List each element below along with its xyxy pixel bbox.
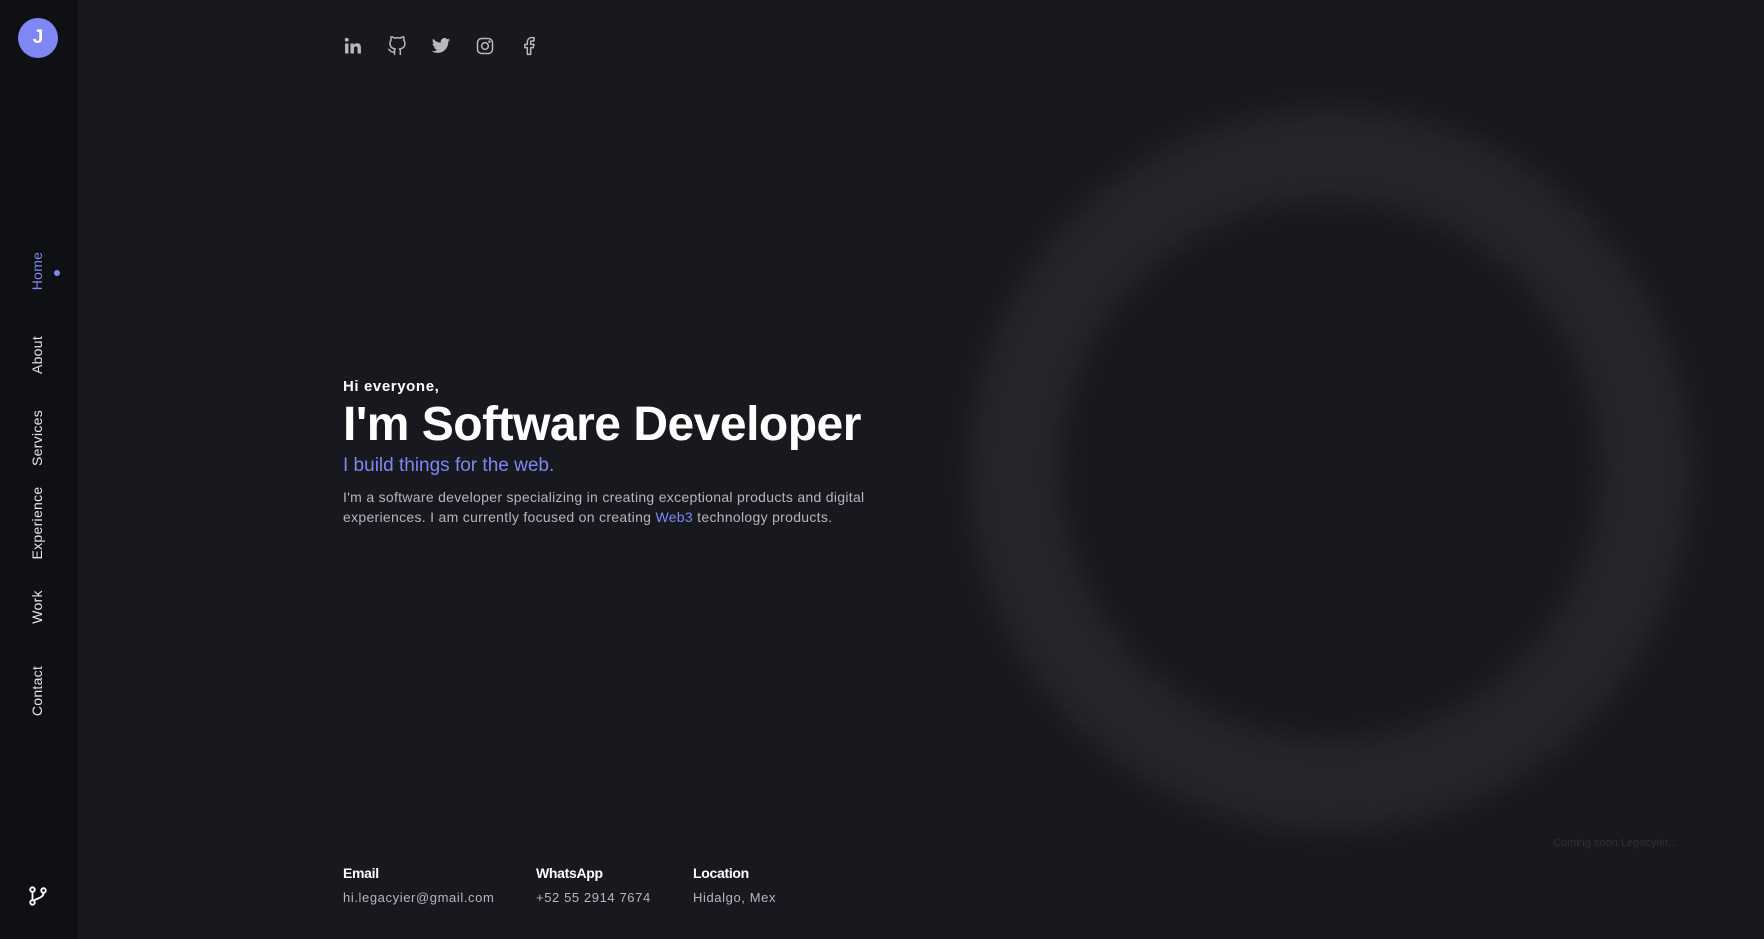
contact-email: Email hi.legacyier@gmail.com: [343, 865, 494, 905]
github-icon[interactable]: [387, 36, 407, 56]
nav-item-about[interactable]: About: [29, 336, 45, 374]
git-branch-icon[interactable]: [27, 885, 49, 907]
active-indicator-dot: [54, 270, 60, 276]
coming-soon-note: Coming soon Legacyier...: [1553, 837, 1678, 849]
hero-headline: I'm Software Developer: [343, 398, 861, 451]
nav-item-experience[interactable]: Experience: [29, 486, 45, 559]
hero-greeting: Hi everyone,: [343, 378, 440, 395]
nav-item-work[interactable]: Work: [29, 590, 45, 624]
twitter-icon[interactable]: [431, 36, 451, 56]
decorative-ring: [970, 110, 1690, 830]
web3-highlight[interactable]: Web3: [655, 509, 693, 525]
email-value[interactable]: hi.legacyier@gmail.com: [343, 890, 494, 905]
contact-location: Location Hidalgo, Mex: [693, 865, 776, 905]
nav-item-services[interactable]: Services: [29, 410, 45, 466]
whatsapp-label: WhatsApp: [536, 865, 603, 881]
social-links: [343, 36, 539, 56]
location-value: Hidalgo, Mex: [693, 890, 777, 905]
facebook-icon[interactable]: [519, 36, 539, 56]
nav-item-home[interactable]: Home: [29, 252, 45, 291]
location-label: Location: [693, 865, 749, 881]
avatar[interactable]: J: [18, 18, 58, 58]
hero-bio: I'm a software developer specializing in…: [343, 487, 883, 527]
email-label: Email: [343, 865, 379, 881]
bio-text-end: technology products.: [692, 509, 833, 525]
whatsapp-value[interactable]: +52 55 2914 7674: [536, 890, 651, 905]
linkedin-icon[interactable]: [343, 36, 363, 56]
hero-tagline: I build things for the web.: [343, 455, 555, 476]
instagram-icon[interactable]: [475, 36, 495, 56]
contact-whatsapp: WhatsApp +52 55 2914 7674: [536, 865, 651, 905]
nav-item-contact[interactable]: Contact: [29, 666, 45, 716]
hero-section: Hi everyone, I'm Software Developer I bu…: [343, 378, 883, 527]
sidebar: J Home About Services Experience Work Co…: [0, 0, 78, 939]
